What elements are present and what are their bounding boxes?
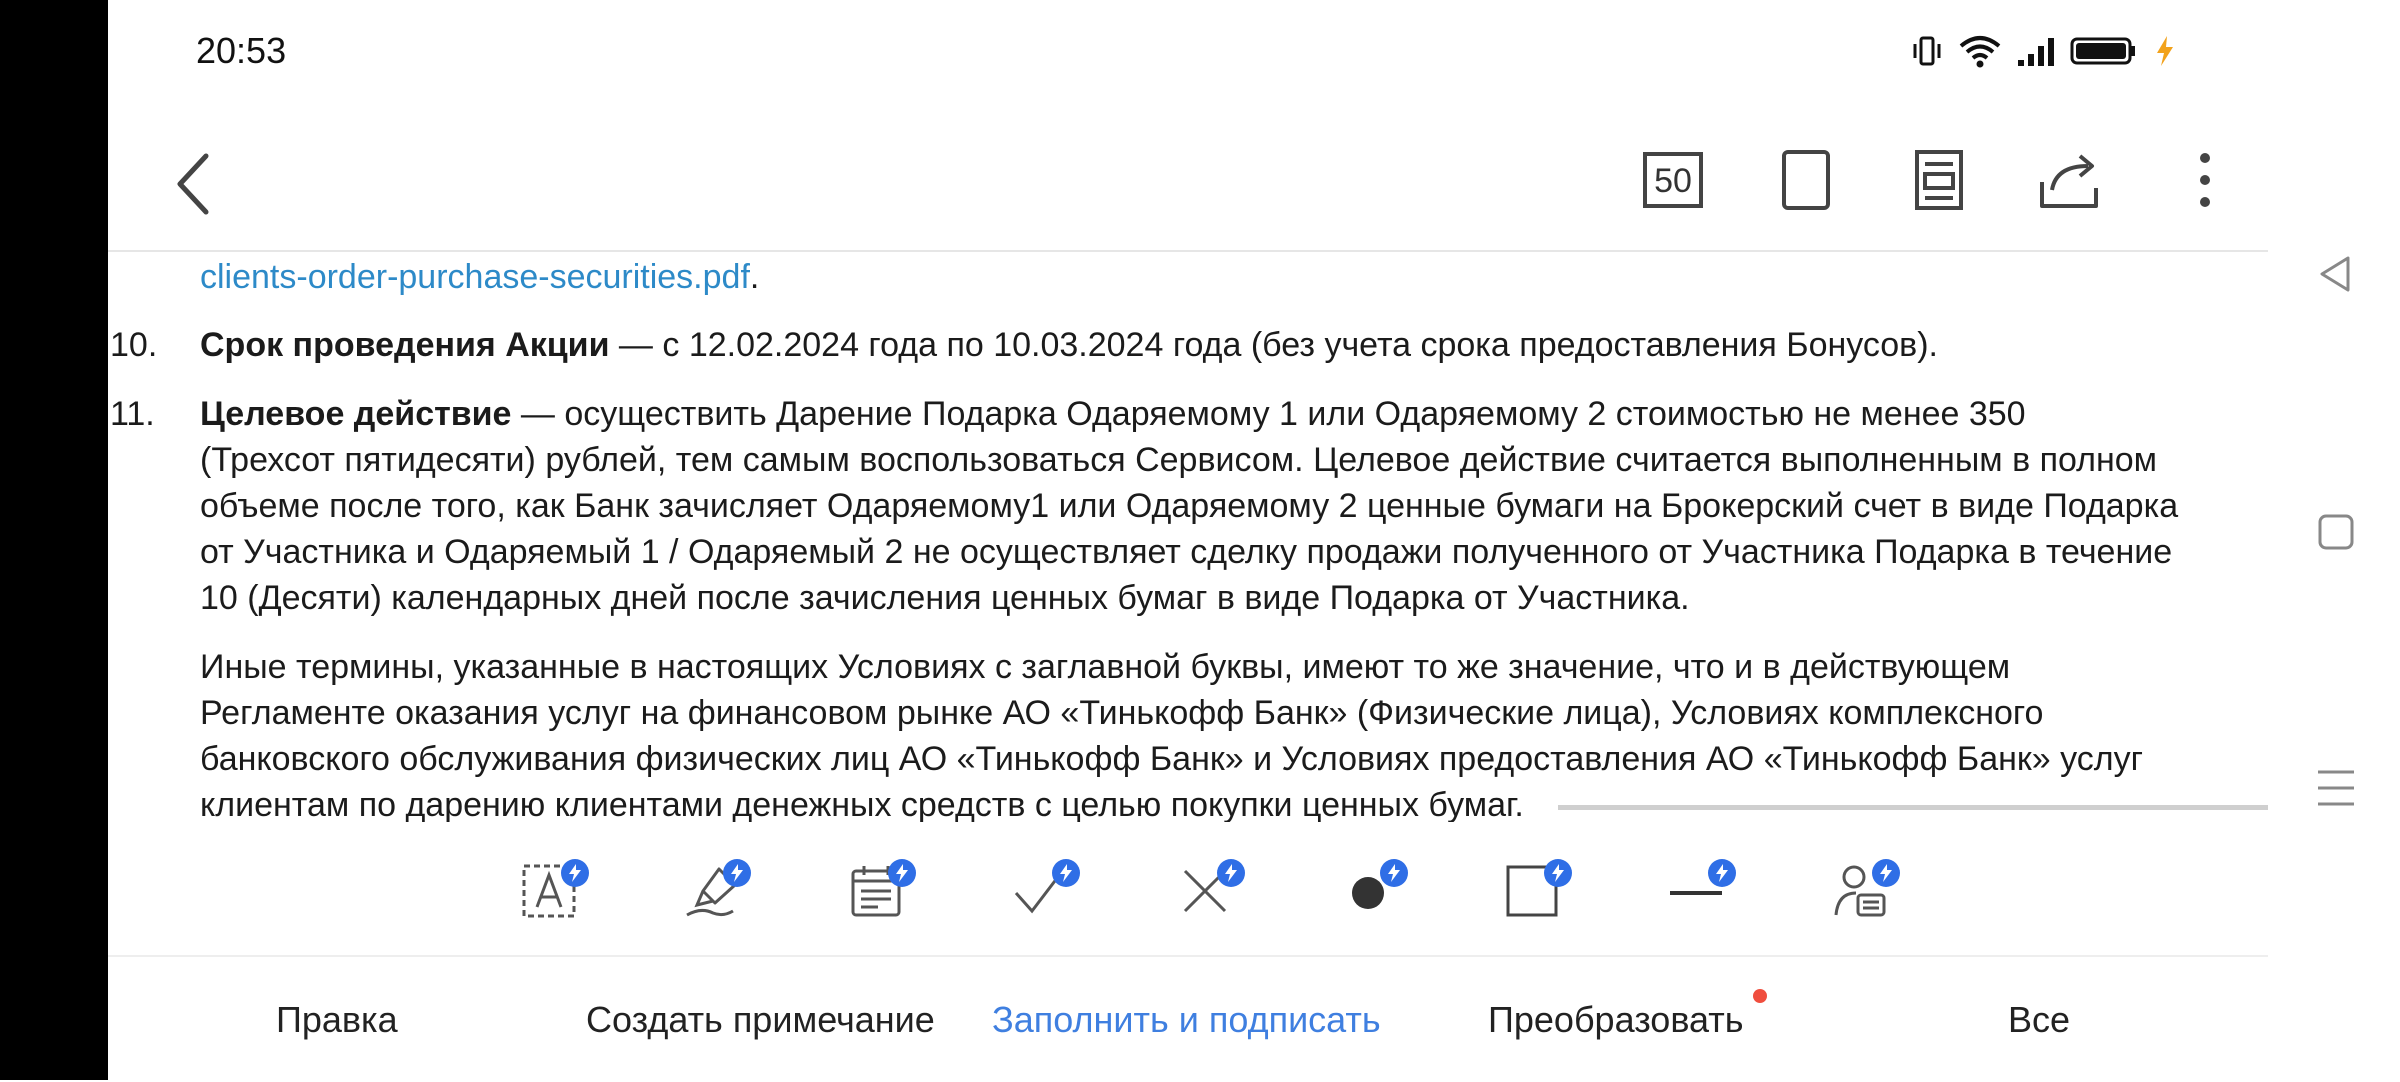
tab-create-note[interactable]: Создать примечание — [586, 999, 935, 1041]
page-edge-line — [1558, 805, 2268, 810]
left-black-bar — [0, 0, 108, 1080]
item-11-line: (Трехсот пятидесяти) рублей, тем самым в… — [200, 441, 2158, 479]
status-time: 20:53 — [196, 30, 287, 71]
date-tool[interactable] — [834, 847, 916, 927]
paragraph-line: Иные термины, указанные в настоящих Усло… — [200, 648, 2011, 686]
top-toolbar: 50 — [108, 120, 2268, 252]
document-link[interactable]: clients-order-purchase-securities.pdf — [200, 258, 750, 296]
tab-convert[interactable]: Преобразовать — [1488, 999, 1744, 1041]
lightning-icon — [896, 864, 908, 882]
zoom-button[interactable]: 50 — [1638, 148, 1708, 220]
link-line: clients-order-purchase-securities.pdf. — [200, 258, 760, 296]
nav-back-button[interactable] — [2312, 250, 2360, 298]
nav-recents-button[interactable] — [2312, 764, 2360, 812]
wifi-icon — [1959, 36, 2001, 68]
menu-lines-icon — [2318, 770, 2354, 806]
pro-badge — [561, 859, 589, 887]
item-number: 10. — [110, 326, 158, 364]
zoom-level-icon: 50 — [1643, 152, 1703, 208]
more-options-button[interactable] — [2170, 148, 2240, 220]
bottom-tabs: Правка Создать примечание Заполнить и по… — [108, 955, 2268, 1082]
signal-icon — [2018, 38, 2054, 66]
battery-icon — [2070, 37, 2135, 65]
share-icon — [2040, 154, 2098, 208]
profile-tool[interactable] — [1818, 847, 1900, 927]
system-navigation — [2268, 0, 2400, 1080]
pro-badge — [723, 859, 751, 887]
page-layout-icon — [1915, 150, 1963, 210]
pro-badge — [1544, 859, 1572, 887]
lightning-icon — [1225, 864, 1237, 882]
charging-icon — [2157, 36, 2173, 66]
item-number: 11. — [110, 395, 155, 433]
more-vertical-icon — [2200, 153, 2210, 207]
document-view[interactable]: clients-order-purchase-securities.pdf. 1… — [108, 252, 2268, 822]
zoom-level: 50 — [1654, 162, 1692, 200]
item-11-line: 10 (Десяти) календарных дней после зачис… — [200, 579, 1690, 617]
lightning-icon — [1060, 864, 1072, 882]
pro-badge — [1052, 859, 1080, 887]
lightning-icon — [1388, 864, 1400, 882]
item-11-text: Целевое действие — осуществить Дарение П… — [200, 395, 2026, 433]
item-11-line: от Участника и Одаряемый 1 / Одаряемый 2… — [200, 533, 2173, 571]
share-button[interactable] — [2036, 148, 2106, 220]
cross-tool[interactable] — [1163, 847, 1245, 927]
square-home-icon — [2318, 514, 2354, 550]
tab-all[interactable]: Все — [2008, 999, 2070, 1041]
triangle-back-icon — [2320, 256, 2350, 292]
pro-badge — [1708, 859, 1736, 887]
paragraph-line: банковского обслуживания физических лиц … — [200, 740, 2144, 778]
lightning-icon — [569, 864, 581, 882]
dot-tool[interactable] — [1326, 847, 1408, 927]
item-10-text: Срок проведения Акции — с 12.02.2024 год… — [200, 326, 1939, 364]
pro-badge — [888, 859, 916, 887]
text-field-tool[interactable] — [507, 847, 589, 927]
fill-sign-tools — [108, 822, 2268, 952]
rectangle-tool[interactable] — [1490, 847, 1572, 927]
pro-badge — [1217, 859, 1245, 887]
signature-tool[interactable] — [669, 847, 751, 927]
term-bold: Срок проведения Акции — [200, 326, 610, 364]
page-layout-button[interactable] — [1904, 148, 1974, 220]
vibrate-icon — [1913, 36, 1941, 66]
status-bar: 20:53 — [108, 0, 2268, 110]
line-tool[interactable] — [1654, 847, 1736, 927]
back-button[interactable] — [166, 148, 226, 220]
paragraph-line: Регламенте оказания услуг на финансовом … — [200, 694, 2044, 732]
fullscreen-button[interactable] — [1771, 148, 1841, 220]
lightning-icon — [1880, 864, 1892, 882]
tab-edit[interactable]: Правка — [276, 999, 398, 1041]
paragraph-line: клиентам по дарению клиентами денежных с… — [200, 786, 1524, 822]
status-icons — [1910, 34, 2176, 68]
tab-fill-sign[interactable]: Заполнить и подписать — [992, 999, 1381, 1041]
pro-badge — [1380, 859, 1408, 887]
term-bold: Целевое действие — [200, 395, 512, 433]
lightning-icon — [1716, 864, 1728, 882]
fullscreen-icon — [1782, 150, 1830, 210]
item-11-line: объеме после того, как Банк зачисляет Од… — [200, 487, 2179, 525]
lightning-icon — [731, 864, 743, 882]
checkmark-tool[interactable] — [998, 847, 1080, 927]
lightning-icon — [1552, 864, 1564, 882]
notification-dot — [1753, 989, 1767, 1003]
pro-badge — [1872, 859, 1900, 887]
chevron-left-icon — [177, 153, 209, 215]
nav-home-button[interactable] — [2312, 508, 2360, 556]
